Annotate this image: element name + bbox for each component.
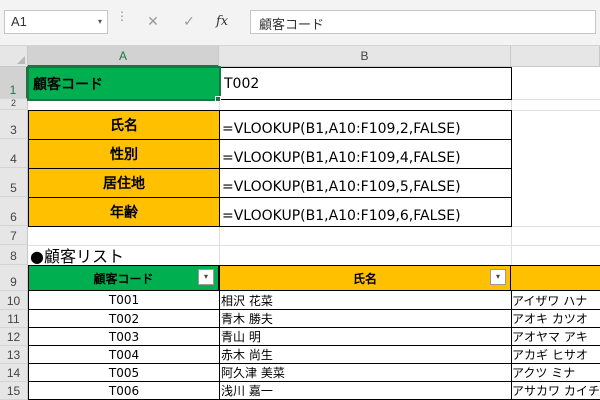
cell-customer-kana[interactable]: アクツ ミナ <box>511 364 600 382</box>
table-header-code-label: 顧客コード <box>93 271 154 286</box>
fill-handle[interactable] <box>215 96 221 102</box>
chevron-down-icon[interactable]: ▾ <box>98 17 102 26</box>
active-cell-border <box>27 66 221 101</box>
row-header-12[interactable]: 12 <box>0 328 28 346</box>
column-header-c[interactable] <box>511 46 600 67</box>
field-formula-gender[interactable]: =VLOOKUP(B1,A10:F109,4,FALSE) <box>219 139 512 169</box>
row-header-14[interactable]: 14 <box>0 364 28 382</box>
column-header-a[interactable]: A <box>28 46 219 67</box>
cell-customer-code[interactable]: T001 <box>28 291 220 310</box>
table-header-name[interactable]: 氏名 ▾ <box>219 265 511 291</box>
row-header-15[interactable]: 15 <box>0 382 28 400</box>
name-box[interactable]: A1 ▾ <box>4 10 108 34</box>
row-header-11[interactable]: 11 <box>0 310 28 328</box>
field-label-age[interactable]: 年齢 <box>28 197 220 227</box>
table-header-code[interactable]: 顧客コード ▾ <box>28 265 219 291</box>
name-box-value: A1 <box>11 14 27 29</box>
insert-function-icon[interactable]: fx <box>216 10 228 34</box>
row-header-4[interactable]: 4 <box>0 139 28 168</box>
customer-list-title[interactable]: ●顧客リスト <box>30 245 330 266</box>
row-header-7[interactable]: 7 <box>0 226 28 245</box>
row-header-9[interactable]: 9 <box>0 265 28 291</box>
cell-customer-kana[interactable]: アサカワ カイチ <box>511 382 600 400</box>
field-label-name[interactable]: 氏名 <box>28 110 220 140</box>
formula-input[interactable]: 顧客コード <box>250 10 596 34</box>
cancel-icon[interactable]: ✕ <box>140 10 166 34</box>
cell-customer-name[interactable]: 阿久津 美菜 <box>219 364 512 382</box>
lookup-key-value[interactable]: T002 <box>219 67 512 100</box>
cell-customer-code[interactable]: T004 <box>28 346 220 364</box>
table-header-kana[interactable] <box>511 265 600 291</box>
field-formula-age[interactable]: =VLOOKUP(B1,A10:F109,6,FALSE) <box>219 197 512 227</box>
cell-customer-code[interactable]: T006 <box>28 382 220 400</box>
column-header-b[interactable]: B <box>219 46 511 67</box>
row-header-5[interactable]: 5 <box>0 168 28 197</box>
cell-customer-name[interactable]: 赤木 尚生 <box>219 346 512 364</box>
row-header-10[interactable]: 10 <box>0 291 28 310</box>
cell-customer-kana[interactable]: アオキ カツオ <box>511 310 600 328</box>
cell-customer-name[interactable]: 相沢 花菜 <box>219 291 512 310</box>
field-formula-name[interactable]: =VLOOKUP(B1,A10:F109,2,FALSE) <box>219 110 512 140</box>
cell-customer-kana[interactable]: アイザワ ハナ <box>511 291 600 310</box>
cell-customer-code[interactable]: T002 <box>28 310 220 328</box>
more-options-icon[interactable]: ⋮ <box>116 10 128 22</box>
table-header-name-label: 氏名 <box>352 271 377 286</box>
row-header-13[interactable]: 13 <box>0 346 28 364</box>
field-formula-residence[interactable]: =VLOOKUP(B1,A10:F109,5,FALSE) <box>219 168 512 198</box>
field-label-residence[interactable]: 居住地 <box>28 168 220 198</box>
cell-customer-name[interactable]: 青木 勝夫 <box>219 310 512 328</box>
row-header-8[interactable]: 8 <box>0 245 28 265</box>
filter-dropdown-icon[interactable]: ▾ <box>198 269 214 285</box>
row-header-6[interactable]: 6 <box>0 197 28 226</box>
cell-customer-name[interactable]: 浅川 嘉一 <box>219 382 512 400</box>
cell-customer-kana[interactable]: アカギ ヒサオ <box>511 346 600 364</box>
row-header-2[interactable]: 2 <box>0 98 28 110</box>
cell-customer-code[interactable]: T003 <box>28 328 220 346</box>
select-all-corner[interactable] <box>0 46 28 67</box>
cell-customer-code[interactable]: T005 <box>28 364 220 382</box>
cell-customer-name[interactable]: 青山 明 <box>219 328 512 346</box>
row-header-1[interactable]: 1 <box>0 67 28 99</box>
field-label-gender[interactable]: 性別 <box>28 139 220 169</box>
filter-dropdown-icon[interactable]: ▾ <box>490 269 506 285</box>
cell-customer-kana[interactable]: アオヤマ アキ <box>511 328 600 346</box>
enter-icon[interactable]: ✓ <box>176 10 202 34</box>
row-header-3[interactable]: 3 <box>0 110 28 139</box>
